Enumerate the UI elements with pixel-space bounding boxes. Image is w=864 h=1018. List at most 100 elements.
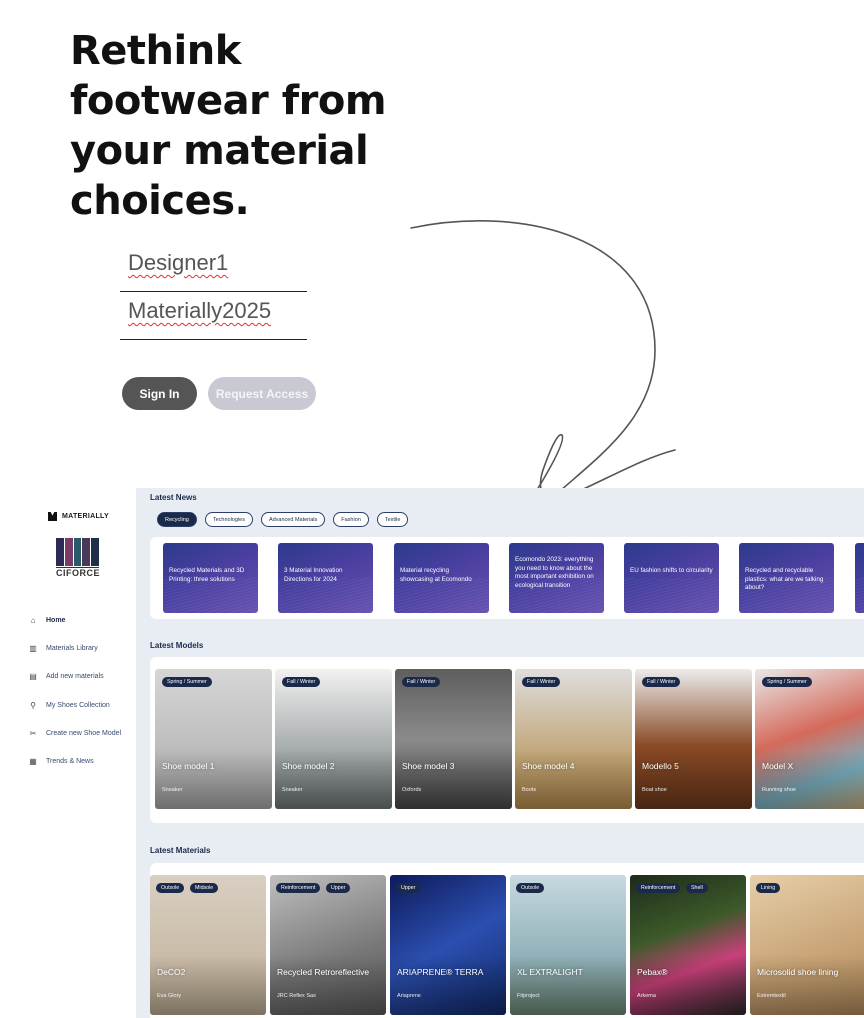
news-filter-chips: Recycling Technologies Advanced Material… bbox=[157, 512, 409, 527]
season-tag: Fall / Winter bbox=[402, 677, 441, 687]
material-card[interactable]: Outsole XL EXTRALIGHT Fitproject bbox=[510, 875, 626, 1015]
materials-panel: Outsole Midsole DeCO2 Eva Glory Reinforc… bbox=[150, 863, 864, 1018]
material-tag: Outsole bbox=[156, 883, 185, 893]
scissors-icon: ✂ bbox=[29, 728, 37, 738]
brand-name: MATERIALLY bbox=[62, 513, 109, 520]
model-name: Shoe model 1 bbox=[162, 761, 215, 771]
model-name: Modello 5 bbox=[642, 761, 679, 771]
model-type: Sneaker bbox=[282, 787, 303, 793]
password-field[interactable]: Materially2025 bbox=[120, 298, 307, 340]
walking-icon: ⚲ bbox=[30, 700, 36, 710]
ciforce-logo: CIFORCE bbox=[56, 538, 100, 580]
material-maker: Arkema bbox=[637, 993, 656, 999]
model-type: Oxfords bbox=[402, 787, 422, 793]
sidebar-nav: ⌂ Home ▥ Materials Library ▤ Add new mat… bbox=[28, 606, 121, 776]
material-tag: Midsole bbox=[190, 883, 219, 893]
sidebar-item-create-shoe[interactable]: ✂ Create new Shoe Model bbox=[28, 719, 121, 747]
material-maker: Eva Glory bbox=[157, 993, 182, 999]
model-card[interactable]: Spring / Summer Model X Running shoe bbox=[755, 669, 864, 809]
username-field[interactable]: Designer1 bbox=[120, 250, 307, 292]
news-card[interactable]: Ecomondo 2023: everything you need to kn… bbox=[509, 543, 604, 613]
model-card[interactable]: Fall / Winter Shoe model 2 Sneaker bbox=[275, 669, 392, 809]
sidebar-item-label: Trends & News bbox=[46, 758, 94, 766]
season-tag: Fall / Winter bbox=[522, 677, 561, 687]
username-value: Designer1 bbox=[128, 250, 229, 275]
materially-m-icon bbox=[48, 512, 57, 521]
sidebar-item-home[interactable]: ⌂ Home bbox=[28, 606, 121, 634]
model-name: Shoe model 4 bbox=[522, 761, 575, 771]
sidebar-item-add-materials[interactable]: ▤ Add new materials bbox=[28, 663, 121, 691]
model-name: Shoe model 3 bbox=[402, 761, 455, 771]
sign-in-button[interactable]: Sign In bbox=[122, 377, 197, 410]
material-tag: Upper bbox=[326, 883, 351, 893]
material-maker: Fitproject bbox=[517, 993, 540, 999]
models-panel: Spring / Summer Shoe model 1 Sneaker Fal… bbox=[150, 657, 864, 823]
material-name: Pebax® bbox=[637, 967, 668, 977]
chip-fashion[interactable]: Fashion bbox=[333, 512, 369, 527]
material-tag: Shell bbox=[686, 883, 708, 893]
model-type: Boots bbox=[522, 787, 537, 793]
sidebar-item-label: Create new Shoe Model bbox=[46, 729, 122, 737]
material-maker: Ariaprene bbox=[397, 993, 421, 999]
model-card[interactable]: Spring / Summer Shoe model 1 Sneaker bbox=[155, 669, 272, 809]
material-card[interactable]: Outsole Midsole DeCO2 Eva Glory bbox=[150, 875, 266, 1015]
chip-technologies[interactable]: Technologies bbox=[204, 512, 253, 527]
news-card[interactable]: 3 Material Innovation Directions for 202… bbox=[278, 543, 373, 613]
news-card[interactable]: EU fashion shifts to circularity bbox=[624, 543, 719, 613]
material-tag: Upper bbox=[396, 883, 421, 893]
material-card[interactable]: Upper ARIAPRENE® TERRA Ariaprene bbox=[390, 875, 506, 1015]
news-card[interactable]: Recycled and recyclable plastics: what a… bbox=[739, 543, 834, 613]
material-name: Microsolid shoe lining bbox=[757, 967, 839, 977]
sidebar-item-shoes-collection[interactable]: ⚲ My Shoes Collection bbox=[28, 691, 121, 719]
password-value: Materially2025 bbox=[128, 298, 272, 323]
hand-drawn-arrow-icon bbox=[410, 220, 676, 507]
model-card[interactable]: Fall / Winter Modello 5 Boat shoe bbox=[635, 669, 752, 809]
sidebar-item-trends-news[interactable]: ▦ Trends & News bbox=[28, 747, 121, 775]
material-maker: JRC Reflex Sas bbox=[277, 993, 316, 999]
hero-title: Rethink footwear from your material choi… bbox=[70, 28, 387, 224]
chat-plus-icon: ▤ bbox=[29, 672, 37, 682]
chip-recycling[interactable]: Recycling bbox=[157, 512, 197, 527]
season-tag: Fall / Winter bbox=[642, 677, 681, 687]
news-panel: Recycled Materials and 3D Printing: thre… bbox=[150, 537, 864, 619]
material-name: Recycled Retroreflective bbox=[277, 967, 370, 977]
ciforce-label: CIFORCE bbox=[56, 567, 100, 578]
material-tag: Reinforcement bbox=[636, 883, 681, 893]
sidebar: MATERIALLY CIFORCE ⌂ Home ▥ Materials Li… bbox=[0, 488, 136, 1018]
material-card[interactable]: Reinforcement Upper Recycled Retroreflec… bbox=[270, 875, 386, 1015]
latest-news-title: Latest News bbox=[150, 493, 197, 502]
news-card[interactable]: Recycled Materials and 3D Printing: thre… bbox=[163, 543, 258, 613]
material-tag: Outsole bbox=[516, 883, 545, 893]
sidebar-item-label: Home bbox=[46, 616, 66, 624]
sidebar-item-label: My Shoes Collection bbox=[46, 701, 110, 709]
season-tag: Spring / Summer bbox=[762, 677, 812, 687]
material-name: DeCO2 bbox=[157, 967, 186, 977]
model-card[interactable]: Fall / Winter Shoe model 4 Boots bbox=[515, 669, 632, 809]
model-card[interactable]: Fall / Winter Shoe model 3 Oxfords bbox=[395, 669, 512, 809]
material-name: XL EXTRALIGHT bbox=[517, 967, 583, 977]
newspaper-icon: ▦ bbox=[29, 757, 37, 767]
sidebar-item-materials-library[interactable]: ▥ Materials Library bbox=[28, 634, 121, 662]
model-type: Sneaker bbox=[162, 787, 183, 793]
latest-models-title: Latest Models bbox=[150, 641, 204, 650]
material-name: ARIAPRENE® TERRA bbox=[397, 967, 484, 977]
chip-textile[interactable]: Textile bbox=[376, 512, 409, 527]
page: Rethink footwear from your material choi… bbox=[0, 0, 864, 1018]
sidebar-item-label: Materials Library bbox=[46, 644, 98, 652]
latest-materials-title: Latest Materials bbox=[150, 846, 211, 855]
material-card[interactable]: Lining Microsolid shoe lining Extremtext… bbox=[750, 875, 864, 1015]
chip-advanced-materials[interactable]: Advanced Materials bbox=[260, 512, 326, 527]
model-type: Boat shoe bbox=[642, 787, 667, 793]
book-icon: ▥ bbox=[29, 643, 37, 653]
main-content: Latest News Recycling Technologies Advan… bbox=[136, 488, 864, 1018]
materially-logo: MATERIALLY bbox=[48, 512, 109, 521]
material-card[interactable]: Reinforcement Shell Pebax® Arkema bbox=[630, 875, 746, 1015]
news-card[interactable]: Material recycling showcasing at Ecomond… bbox=[394, 543, 489, 613]
material-maker: Extremtextil bbox=[757, 993, 786, 999]
material-tag: Reinforcement bbox=[276, 883, 321, 893]
request-access-button[interactable]: Request Access bbox=[208, 377, 316, 410]
home-icon: ⌂ bbox=[30, 615, 36, 625]
sidebar-item-label: Add new materials bbox=[46, 673, 104, 681]
news-card-partial[interactable] bbox=[855, 543, 864, 613]
model-name: Model X bbox=[762, 761, 794, 771]
